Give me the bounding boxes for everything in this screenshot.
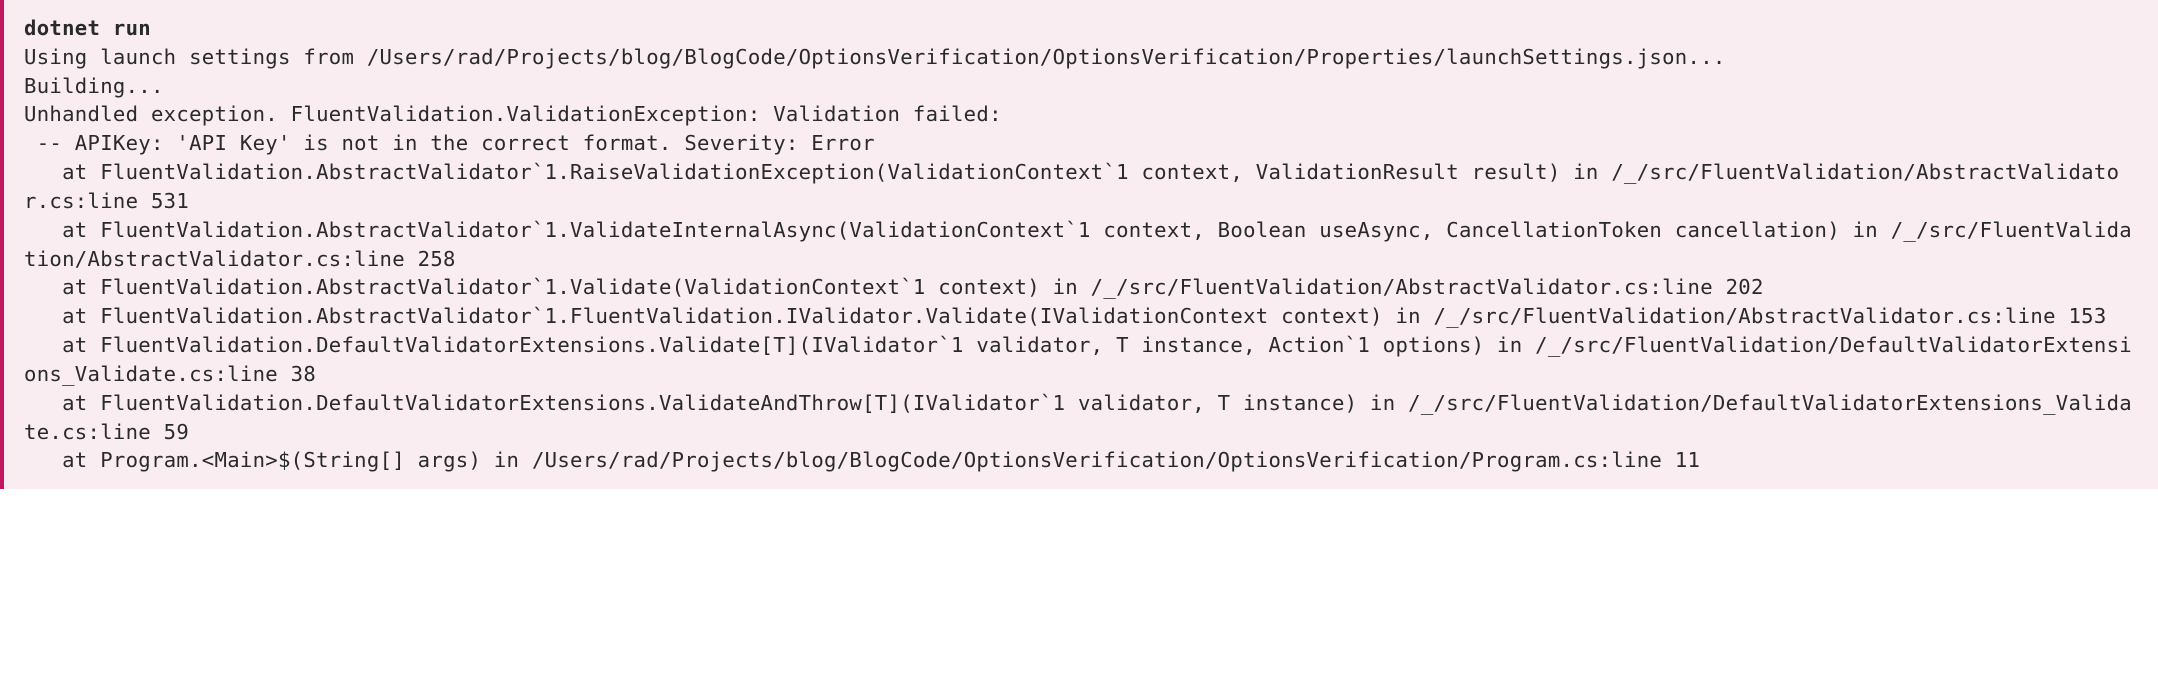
output-text: Using launch settings from /Users/rad/Pr… xyxy=(24,45,2132,473)
terminal-output: dotnet run Using launch settings from /U… xyxy=(0,0,2158,489)
command-line: dotnet run xyxy=(24,16,151,40)
